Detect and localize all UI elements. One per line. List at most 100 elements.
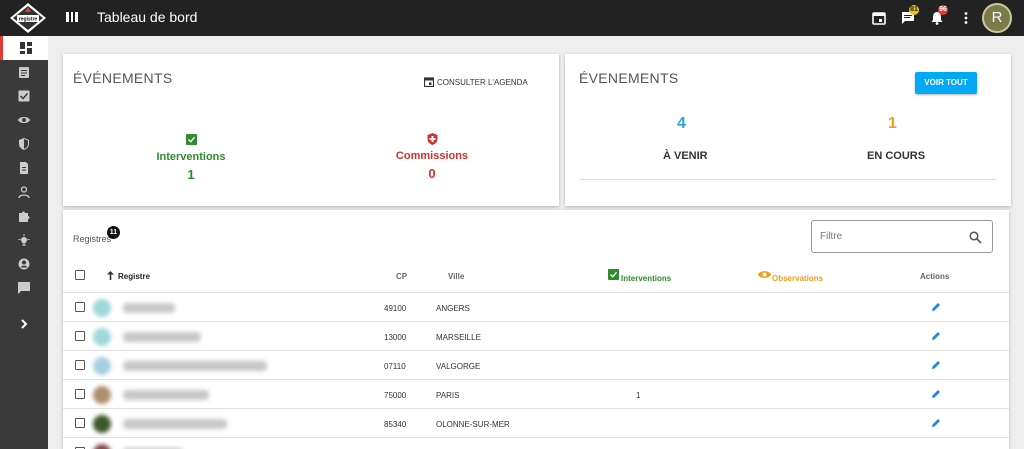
table-row[interactable]: 13000 MARSEILLE bbox=[63, 321, 1009, 350]
sidebar-item-documents[interactable] bbox=[0, 156, 48, 180]
ville-cell: ANGERS bbox=[436, 304, 470, 313]
avatar bbox=[93, 328, 111, 346]
consult-agenda-label: CONSULTER L'AGENDA bbox=[437, 77, 528, 87]
shield-icon bbox=[427, 133, 437, 145]
edit-icon[interactable] bbox=[931, 418, 941, 428]
events-overview-card: ÉVENEMENTS VOIR TOUT 4 À VENIR 1 EN COUR… bbox=[565, 54, 1011, 206]
column-header-ville[interactable]: Ville bbox=[448, 272, 464, 281]
table-row[interactable]: 85340 OLONNE-SUR-MER bbox=[63, 408, 1009, 437]
sidebar bbox=[0, 36, 48, 449]
registre-name-redacted bbox=[123, 419, 227, 429]
calendar-icon bbox=[424, 77, 434, 87]
eye-icon bbox=[18, 117, 30, 123]
message-icon bbox=[18, 282, 30, 294]
sort-asc-icon[interactable] bbox=[107, 271, 114, 280]
registres-table-card: Registres 11 Filtre Registre CP Ville In… bbox=[63, 210, 1009, 449]
upcoming-count[interactable]: 4 bbox=[677, 115, 686, 133]
cp-cell: 49100 bbox=[384, 304, 407, 313]
row-checkbox[interactable] bbox=[75, 302, 85, 312]
eye-icon bbox=[758, 271, 771, 278]
interventions-stat[interactable]: Interventions 1 bbox=[141, 132, 241, 182]
card-title: ÉVENEMENTS bbox=[579, 70, 679, 86]
sidebar-expand-button[interactable] bbox=[0, 312, 48, 336]
more-vert-icon[interactable] bbox=[958, 10, 974, 26]
edit-icon[interactable] bbox=[931, 360, 941, 370]
table-row[interactable]: 49100 ANGERS bbox=[63, 292, 1009, 321]
registre-name-redacted bbox=[123, 332, 201, 342]
row-checkbox[interactable] bbox=[75, 389, 85, 399]
sidebar-item-users[interactable] bbox=[0, 180, 48, 204]
row-checkbox[interactable] bbox=[75, 360, 85, 370]
cp-cell: 75000 bbox=[384, 391, 407, 400]
sidebar-item-dashboard[interactable] bbox=[0, 36, 48, 60]
events-summary-card: ÉVÉNEMENTS CONSULTER L'AGENDA Interventi… bbox=[63, 54, 559, 206]
commissions-label: Commissions bbox=[395, 150, 469, 162]
row-checkbox[interactable] bbox=[75, 418, 85, 428]
avatar bbox=[93, 386, 111, 404]
avatar bbox=[93, 357, 111, 375]
avatar bbox=[93, 299, 111, 317]
registres-count-badge: 11 bbox=[107, 226, 120, 239]
check-icon bbox=[185, 134, 197, 145]
account-circle-icon bbox=[18, 258, 30, 270]
top-bar: registre Tableau de bord 81 96 R bbox=[0, 0, 1024, 36]
ville-cell: MARSEILLE bbox=[436, 333, 481, 342]
check-icon bbox=[608, 269, 619, 280]
consult-agenda-link[interactable]: CONSULTER L'AGENDA bbox=[424, 77, 528, 87]
row-checkbox[interactable] bbox=[75, 331, 85, 341]
sidebar-item-ideas[interactable] bbox=[0, 228, 48, 252]
edit-icon[interactable] bbox=[931, 331, 941, 341]
ville-cell: OLONNE-SUR-MER bbox=[436, 420, 510, 429]
chevron-right-icon bbox=[21, 319, 28, 329]
shield-icon bbox=[19, 138, 29, 150]
filter-input[interactable]: Filtre bbox=[811, 220, 993, 253]
registres-label: Registres bbox=[73, 234, 112, 244]
page-title: Tableau de bord bbox=[97, 9, 198, 25]
card-title: ÉVÉNEMENTS bbox=[73, 70, 173, 86]
ongoing-count[interactable]: 1 bbox=[888, 115, 897, 133]
cp-cell: 07110 bbox=[384, 362, 406, 371]
column-header-actions: Actions bbox=[920, 272, 950, 281]
view-all-button[interactable]: VOIR TOUT bbox=[915, 72, 977, 94]
cp-cell: 85340 bbox=[384, 420, 407, 429]
column-header-registre[interactable]: Registre bbox=[118, 272, 150, 281]
table-row[interactable]: 75000 PARIS 1 bbox=[63, 379, 1009, 408]
checkbox-icon bbox=[18, 90, 30, 102]
ville-cell: PARIS bbox=[436, 391, 460, 400]
puzzle-icon bbox=[19, 211, 30, 222]
dashboard-icon bbox=[19, 42, 32, 54]
sidebar-item-commissions[interactable] bbox=[0, 132, 48, 156]
ongoing-label: EN COURS bbox=[867, 150, 926, 162]
user-avatar[interactable]: R bbox=[982, 3, 1012, 33]
column-header-interventions[interactable]: Interventions bbox=[621, 274, 671, 283]
lightbulb-icon bbox=[18, 234, 30, 246]
sidebar-item-observations[interactable] bbox=[0, 108, 48, 132]
sidebar-item-modules[interactable] bbox=[0, 204, 48, 228]
ville-cell: VALGORGE bbox=[436, 362, 481, 371]
sidebar-item-registres[interactable] bbox=[0, 60, 48, 84]
edit-icon[interactable] bbox=[931, 302, 941, 312]
interventions-label: Interventions bbox=[156, 151, 226, 163]
interventions-value: 1 bbox=[187, 167, 195, 182]
calendar-icon[interactable] bbox=[871, 10, 887, 26]
table-row[interactable] bbox=[63, 437, 1009, 449]
avatar bbox=[93, 415, 111, 433]
column-header-observations[interactable]: Observations bbox=[772, 274, 823, 283]
table-row[interactable]: 07110 VALGORGE bbox=[63, 350, 1009, 379]
filter-placeholder: Filtre bbox=[820, 231, 843, 242]
sidebar-item-account[interactable] bbox=[0, 252, 48, 276]
svg-text:registre: registre bbox=[19, 17, 38, 23]
commissions-stat[interactable]: Commissions 0 bbox=[382, 132, 482, 181]
registre-securite-logo[interactable]: registre bbox=[8, 2, 48, 35]
search-icon[interactable] bbox=[969, 231, 982, 244]
sidebar-item-interventions[interactable] bbox=[0, 84, 48, 108]
select-all-checkbox[interactable] bbox=[75, 270, 85, 280]
alerts-count-badge: 96 bbox=[938, 5, 948, 15]
edit-icon[interactable] bbox=[931, 389, 941, 399]
sidebar-item-messages[interactable] bbox=[0, 276, 48, 300]
document-icon bbox=[20, 162, 28, 174]
interventions-cell: 1 bbox=[636, 391, 641, 400]
column-header-cp[interactable]: CP bbox=[396, 272, 407, 281]
menu-toggle-icon[interactable] bbox=[66, 12, 79, 22]
registre-name-redacted bbox=[123, 390, 209, 400]
